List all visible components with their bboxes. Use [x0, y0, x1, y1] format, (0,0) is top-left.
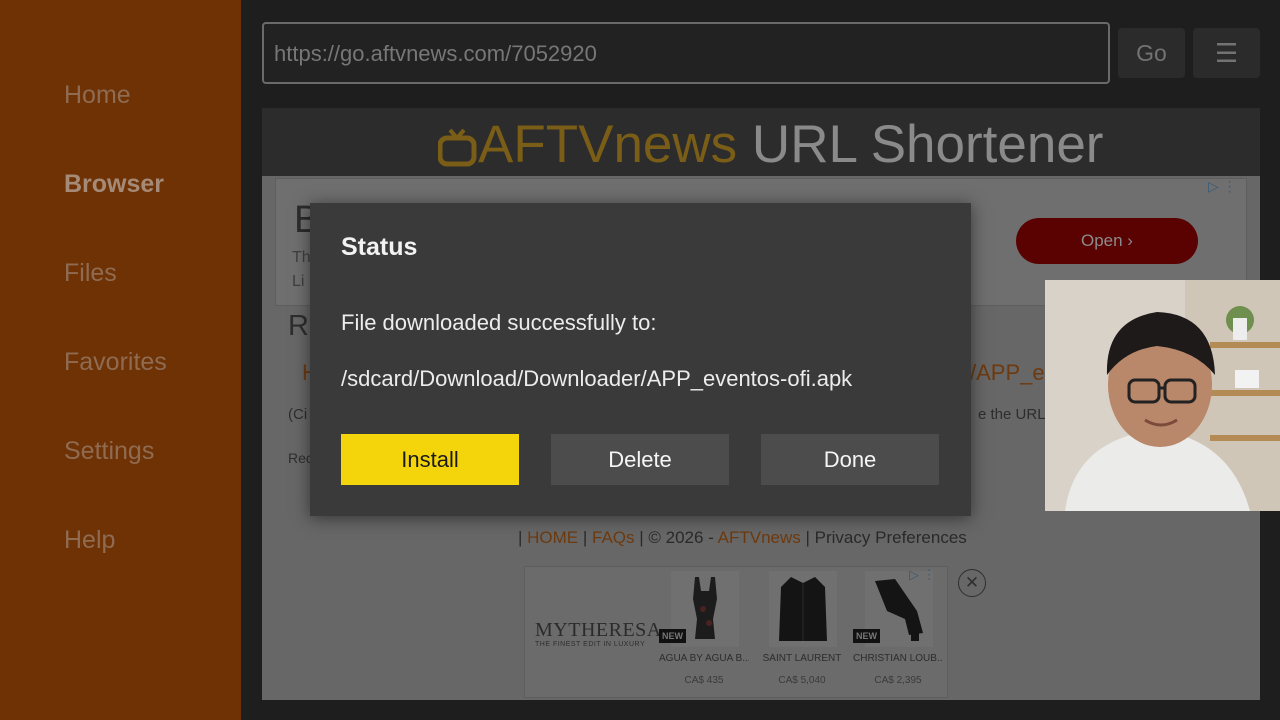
product-price: CA$ 2,395	[874, 675, 922, 686]
page-text-fragment: e the URL.)	[978, 406, 1055, 423]
bottom-ad[interactable]: MYTHERESA THE FINEST EDIT IN LUXURY NEW …	[524, 566, 948, 698]
footer-link-faqs[interactable]: FAQs	[592, 528, 635, 547]
delete-button[interactable]: Delete	[551, 434, 729, 485]
dialog-message: File downloaded successfully to:	[341, 310, 657, 335]
webcam-person-image	[1045, 280, 1280, 511]
close-ad-icon[interactable]: ✕	[958, 569, 986, 597]
product-price: CA$ 435	[684, 675, 724, 686]
done-button[interactable]: Done	[761, 434, 939, 485]
jacket-image	[769, 571, 837, 647]
product-card[interactable]: NEW CHRISTIAN LOUB... CA$ 2,395	[853, 569, 943, 697]
footer-copyright: | © 2026 -	[634, 528, 718, 547]
footer-link-aftvnews[interactable]: AFTVnews	[718, 528, 801, 547]
download-path: /sdcard/Download/Downloader/APP_eventos-…	[341, 366, 853, 391]
sidebar-item-files[interactable]: Files	[64, 259, 117, 288]
ad-text-line: Li	[292, 273, 305, 290]
sidebar: Home Browser Files Favorites Settings He…	[0, 0, 241, 720]
tv-icon	[438, 128, 477, 167]
footer-separator: |	[578, 528, 593, 547]
product-name: CHRISTIAN LOUB...	[853, 653, 943, 664]
site-footer: | HOME | FAQs | © 2026 - AFTVnews | Priv…	[518, 528, 967, 548]
hamburger-menu-icon[interactable]: ☰	[1193, 28, 1260, 78]
dialog-title: Status	[341, 233, 418, 261]
webcam-overlay	[1045, 280, 1280, 511]
mytheresa-logo: MYTHERESA	[535, 619, 662, 641]
footer-separator: |	[800, 528, 815, 547]
product-name: AGUA BY AGUA B...	[659, 653, 749, 664]
status-dialog: Status File downloaded successfully to: …	[310, 203, 971, 516]
sidebar-item-favorites[interactable]: Favorites	[64, 348, 167, 377]
site-logo[interactable]: AFTVnews URL Shortener	[438, 114, 1103, 175]
sidebar-item-browser[interactable]: Browser	[64, 170, 164, 199]
page-link-fragment: /APP_e	[970, 360, 1045, 385]
ad-choices-icon[interactable]: ▷ ⋮	[909, 567, 936, 583]
install-button[interactable]: Install	[341, 434, 519, 485]
footer-link-home[interactable]: HOME	[527, 528, 578, 547]
product-card[interactable]: SAINT LAURENT CA$ 5,040	[757, 569, 847, 697]
product-card[interactable]: NEW AGUA BY AGUA B... CA$ 435	[659, 569, 749, 697]
new-badge: NEW	[659, 629, 686, 643]
url-input[interactable]: https://go.aftvnews.com/7052920	[262, 22, 1110, 84]
ad-open-button[interactable]: Open ›	[1016, 218, 1198, 264]
product-name: SAINT LAURENT	[762, 653, 842, 664]
ad-choices-icon[interactable]: ▷ ⋮	[1208, 178, 1237, 195]
new-badge: NEW	[853, 629, 880, 643]
brand-prefix: AFTVnews	[478, 115, 738, 174]
page-text-fragment: (Ci	[288, 406, 308, 423]
sidebar-item-home[interactable]: Home	[64, 81, 131, 110]
sidebar-item-help[interactable]: Help	[64, 526, 115, 555]
sidebar-item-settings[interactable]: Settings	[64, 437, 154, 466]
go-button[interactable]: Go	[1118, 28, 1185, 78]
footer-link-privacy[interactable]: Privacy Preferences	[815, 528, 967, 547]
site-header: AFTVnews URL Shortener	[262, 108, 1260, 176]
product-price: CA$ 5,040	[778, 675, 826, 686]
page-heading-fragment: R	[288, 310, 309, 342]
ad-text-line: Th	[292, 249, 311, 266]
footer-separator: |	[518, 528, 528, 547]
brand-suffix: URL Shortener	[737, 115, 1104, 174]
mytheresa-tagline: THE FINEST EDIT IN LUXURY	[535, 641, 646, 648]
